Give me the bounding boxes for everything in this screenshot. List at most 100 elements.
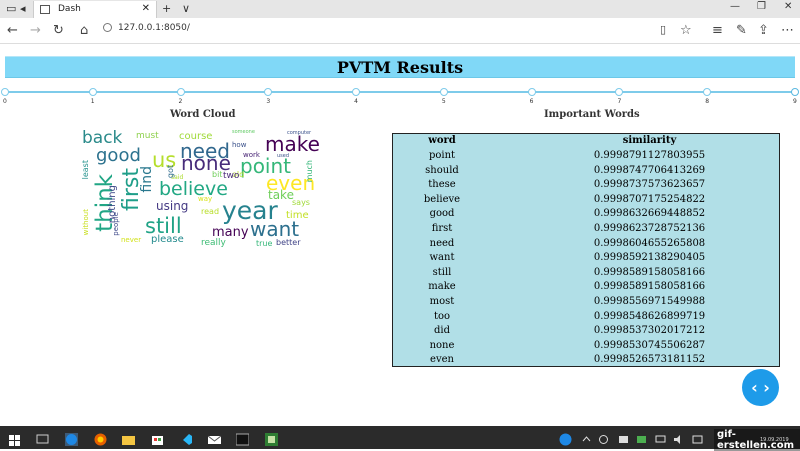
table-row: need 0.9998604655265808 [393,238,779,253]
code-brackets-icon: ‹ › [751,378,770,397]
slider-tick-label: 2 [178,98,183,105]
edge-browser-icon[interactable] [62,430,81,449]
favorite-star-icon[interactable]: ☆ [680,23,692,38]
cell-similarity: 0.9998592138290405 [593,252,706,264]
site-info-icon[interactable] [103,23,112,32]
cell-similarity: 0.9998737573623657 [593,179,706,191]
back-icon[interactable]: ← [7,23,18,38]
network-icon[interactable] [654,431,667,444]
screen-recorder-icon[interactable] [265,431,278,446]
cell-word: none [429,339,455,351]
slider-dot[interactable] [703,88,712,96]
slider-dot[interactable] [176,88,185,96]
reading-view-icon[interactable]: ▯ [660,23,666,36]
tab-title: Dash [58,4,81,14]
taskbar-clock-date: 19.09.2019 [760,437,789,443]
favorites-hub-icon[interactable]: ≡ [712,23,723,38]
column-header-word: word [428,135,456,146]
slider-tick-label: 6 [529,98,534,105]
word-cloud-word: people [112,212,120,236]
tray-app-2-icon[interactable] [617,431,630,444]
word-cloud-word: least [81,160,90,180]
cell-word: did [433,325,450,337]
slider-dot[interactable] [439,88,448,96]
cell-word: should [425,164,459,176]
tray-app-3-icon[interactable] [635,431,648,444]
tray-app-icon[interactable] [597,431,610,444]
share-icon[interactable]: ⇪ [758,23,769,38]
browser-tab[interactable]: Dash ✕ [33,1,157,18]
more-icon[interactable]: ⋯ [781,23,794,38]
table-row: even 0.9998526573181152 [393,354,779,369]
mail-icon[interactable] [207,431,222,444]
maximize-icon[interactable]: ❐ [757,1,766,12]
volume-icon[interactable] [672,431,685,444]
cell-word: want [429,252,455,264]
browser-tab-bar: ▭ ◂ Dash ✕ + ∨ — ❐ ✕ [0,0,800,18]
slider-dot[interactable] [615,88,624,96]
cell-word: too [433,310,451,322]
tab-back-icon[interactable]: ◂ [20,2,26,15]
cell-similarity: 0.9998632669448852 [593,208,706,220]
file-explorer-icon[interactable] [122,431,135,445]
slider-dot[interactable] [527,88,536,96]
home-icon[interactable]: ⌂ [80,23,88,38]
close-tab-icon[interactable]: ✕ [142,3,150,14]
cell-similarity: 0.9998791127803955 [593,150,706,161]
cell-similarity: 0.9998537302017212 [593,325,706,337]
word-cloud-word: none [181,151,231,175]
tray-up-icon[interactable] [580,431,593,444]
slider-handle[interactable] [791,88,799,96]
word-cloud-word: please [151,234,184,245]
slider-dot[interactable] [88,88,97,96]
word-cloud-word: make [265,132,320,156]
firefox-icon[interactable] [94,431,107,446]
visual-studio-code-icon[interactable] [180,431,193,445]
cell-similarity: 0.9998589158058166 [593,266,706,278]
cell-word: good [429,208,455,220]
word-cloud-word: without [82,209,90,236]
language-icon[interactable] [691,431,704,444]
window-close-icon[interactable]: ✕ [784,1,792,12]
address-bar[interactable]: 127.0.0.1:8050/ [103,23,190,33]
table-row: still 0.9998589158058166 [393,267,779,282]
minimize-icon[interactable]: — [730,1,740,12]
slider-tick-label: 9 [793,98,797,105]
task-view-icon[interactable] [36,431,49,444]
page-title: PVTM Results [336,58,464,77]
table-row: believe 0.9998707175254822 [393,194,779,209]
url-text: 127.0.0.1:8050/ [118,23,190,33]
cell-similarity: 0.9998526573181152 [593,354,706,366]
store-icon[interactable] [151,431,164,445]
forward-icon[interactable]: → [30,23,41,38]
code-toggle-button[interactable]: ‹ › [742,369,779,406]
table-row: first 0.9998623728752136 [393,223,779,238]
new-tab-button[interactable]: + [162,2,171,15]
word-cloud-word: believe [159,178,228,200]
cell-word: point [428,150,456,161]
table-row: these 0.9998737573623657 [393,179,779,194]
word-cloud-word: never [121,236,142,244]
tab-actions-icon[interactable]: ▭ [6,2,16,15]
table-row: most 0.9998556971549988 [393,296,779,311]
refresh-icon[interactable]: ↻ [53,23,64,38]
word-cloud-word: better [276,238,301,247]
slider-dot[interactable] [352,88,361,96]
terminal-icon[interactable] [235,431,250,446]
windows-start-icon[interactable] [9,432,22,446]
tab-menu-icon[interactable]: ∨ [182,2,190,15]
table-row: should 0.9998747706413269 [393,165,779,180]
slider-dot[interactable] [264,88,273,96]
slider-dot[interactable] [1,88,9,96]
cell-similarity: 0.9998589158058166 [593,281,706,293]
notes-pen-icon[interactable]: ✎ [736,23,747,38]
word-cloud-word: really [201,238,226,248]
topic-slider-track[interactable] [5,91,795,93]
browser-nav-bar: ← → ↻ ⌂ 127.0.0.1:8050/ ▯ ☆ ≡ ✎ ⇪ ⋯ [0,18,800,44]
help-icon[interactable] [559,431,572,446]
word-cloud-word: true [256,239,273,248]
cell-word: make [428,281,456,293]
table-row: too 0.9998548626899719 [393,311,779,326]
word-cloud-word: way [198,195,213,203]
word-cloud-word: find [139,166,155,193]
